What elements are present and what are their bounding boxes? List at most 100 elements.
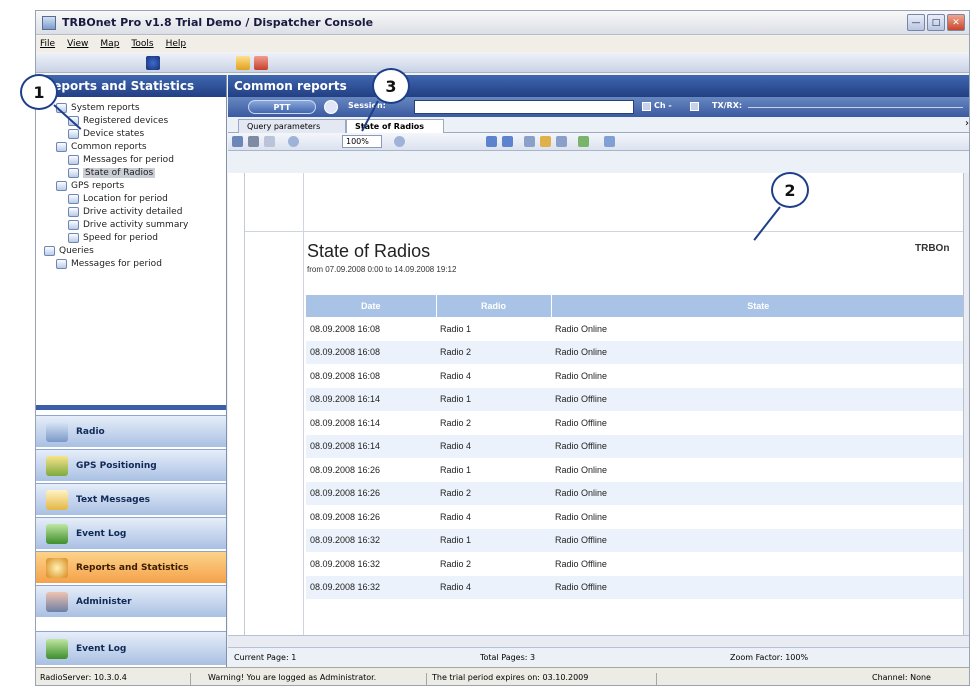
channel-status: Channel: None (872, 673, 931, 682)
tree-item-queries[interactable]: Queries (40, 244, 226, 257)
zoom-out-icon[interactable] (394, 136, 405, 147)
cell-date: 08.09.2008 16:14 (310, 417, 381, 428)
table-row: 08.09.2008 16:08 Radio 4 Radio Online (306, 364, 963, 388)
cell-state: Radio Online (551, 340, 963, 364)
table-row: 08.09.2008 16:26 Radio 1 Radio Online (306, 458, 963, 482)
report-toolbar: 100% (228, 133, 969, 151)
cell-radio: Radio 1 (436, 528, 551, 552)
nav-radio[interactable]: Radio (36, 415, 226, 447)
multipage-icon[interactable] (524, 136, 535, 147)
session-input[interactable] (414, 100, 634, 114)
page-header-line (245, 231, 963, 232)
zoom-select[interactable]: 100% (342, 135, 382, 148)
trial-status: The trial period expires on: 03.10.2009 (432, 673, 589, 682)
record-icon[interactable] (254, 56, 268, 70)
administer-icon (46, 591, 68, 612)
event-log-icon (46, 638, 68, 659)
cell-date: 08.09.2008 16:14 (306, 387, 436, 411)
cell-date: 08.09.2008 16:32 (306, 575, 436, 599)
gps-icon (46, 455, 68, 476)
next-page-icon[interactable] (486, 136, 497, 147)
tree-item-state-of-radios[interactable]: State of Radios (40, 166, 226, 179)
last-page-icon[interactable] (502, 136, 513, 147)
tree-item-location-for-period[interactable]: Location for period (40, 192, 226, 205)
tree-item-drive-activity-summary[interactable]: Drive activity summary (40, 218, 226, 231)
title-bar: TRBOnet Pro v1.8 Trial Demo / Dispatcher… (36, 11, 969, 35)
col-date: Date (306, 295, 437, 317)
report-icon (68, 128, 79, 139)
close-button[interactable]: ✕ (947, 14, 965, 31)
tree-item-query-messages-for-period[interactable]: Messages for period (40, 257, 226, 270)
report-viewer: State of Radios from 07.09.2008 0:00 to … (228, 173, 963, 635)
minimize-button[interactable]: — (907, 14, 925, 31)
vertical-scrollbar[interactable] (963, 173, 969, 635)
design-icon[interactable] (232, 136, 243, 147)
cell-radio: Radio 2 (440, 558, 472, 569)
status-bar: RadioServer: 10.3.0.4 Warning! You are l… (36, 667, 969, 685)
total-pages: Total Pages: 3 (480, 653, 536, 662)
menu-view[interactable]: View (67, 39, 88, 49)
save-icon[interactable] (578, 136, 589, 147)
session-icon[interactable] (324, 100, 338, 114)
col-state: State (551, 295, 963, 317)
callout-2: 2 (771, 172, 809, 208)
window-title: TRBOnet Pro v1.8 Trial Demo / Dispatcher… (62, 16, 374, 29)
report-icon (68, 219, 79, 230)
ptt-button[interactable]: PTT (248, 100, 316, 114)
menu-map[interactable]: Map (100, 39, 119, 49)
nav-splitter[interactable] (36, 405, 226, 410)
tree-item-drive-activity-detailed[interactable]: Drive activity detailed (40, 205, 226, 218)
nav-administer[interactable]: Administer (36, 585, 226, 617)
report-subtitle: from 07.09.2008 0:00 to 14.09.2008 19:12 (307, 265, 457, 274)
warning-status: Warning! You are logged as Administrator… (208, 673, 377, 682)
export-icon[interactable] (556, 136, 567, 147)
tree-item-device-states[interactable]: Device states (40, 127, 226, 140)
tree-item-system-reports[interactable]: System reports (40, 101, 226, 114)
nav-reports-and-statistics[interactable]: Reports and Statistics (36, 551, 226, 583)
menu-tools[interactable]: Tools (131, 39, 153, 49)
server-status[interactable]: RadioServer: 10.3.0.4 (40, 673, 127, 682)
horizontal-scrollbar[interactable] (228, 635, 969, 647)
cell-date: 08.09.2008 16:26 (306, 481, 436, 505)
table-row: 08.09.2008 16:26 Radio 4 Radio Online (306, 505, 963, 529)
folder-icon[interactable] (236, 56, 250, 70)
report-brand: TRBOn (915, 243, 950, 254)
menu-help[interactable]: Help (166, 39, 187, 49)
tab-state-of-radios[interactable]: State of Radios (346, 119, 444, 133)
menu-file[interactable]: File (40, 39, 55, 49)
find-icon[interactable] (540, 136, 551, 147)
cell-radio: Radio 4 (436, 575, 551, 599)
table-row: 08.09.2008 16:26 Radio 2 Radio Online (306, 481, 963, 505)
tab-query-parameters[interactable]: Query parameters (238, 119, 346, 133)
cell-radio: Radio 4 (440, 370, 472, 381)
cell-radio: Radio 4 (440, 511, 472, 522)
nav-gps-positioning[interactable]: GPS Positioning (36, 449, 226, 481)
left-panel-title: Reports and Statistics (36, 75, 226, 97)
tab-close-icon[interactable]: › (965, 118, 969, 129)
nav-event-log-bottom[interactable]: Event Log (36, 631, 226, 665)
table-row: 08.09.2008 16:14 Radio 2 Radio Offline (306, 411, 963, 435)
zoom-in-icon[interactable] (288, 136, 299, 147)
table-row: 08.09.2008 16:32 Radio 4 Radio Offline (306, 575, 963, 599)
tree-item-gps-reports[interactable]: GPS reports (40, 179, 226, 192)
zoom-factor: Zoom Factor: 100% (730, 653, 809, 662)
app-window: TRBOnet Pro v1.8 Trial Demo / Dispatcher… (35, 10, 970, 686)
email-icon[interactable] (604, 136, 615, 147)
nav-text-messages[interactable]: Text Messages (36, 483, 226, 515)
maximize-button[interactable]: □ (927, 14, 945, 31)
current-page: Current Page: 1 (234, 653, 297, 662)
page-setup-icon[interactable] (264, 136, 275, 147)
table-row: 08.09.2008 16:14 Radio 1 Radio Offline (306, 387, 963, 411)
tree-item-common-reports[interactable]: Common reports (40, 140, 226, 153)
channel-label: Ch - (654, 101, 672, 110)
print-icon[interactable] (248, 136, 259, 147)
tree-item-messages-for-period[interactable]: Messages for period (40, 153, 226, 166)
query-icon (56, 258, 67, 269)
nav-event-log[interactable]: Event Log (36, 517, 226, 549)
cell-state: Radio Online (555, 511, 608, 522)
connect-icon[interactable] (146, 56, 160, 70)
tree-item-speed-for-period[interactable]: Speed for period (40, 231, 226, 244)
radio-icon (46, 421, 68, 442)
main-panel: Common reports PTT Session: Ch - TX/RX: … (228, 75, 969, 667)
cell-date: 08.09.2008 16:26 (310, 464, 381, 475)
